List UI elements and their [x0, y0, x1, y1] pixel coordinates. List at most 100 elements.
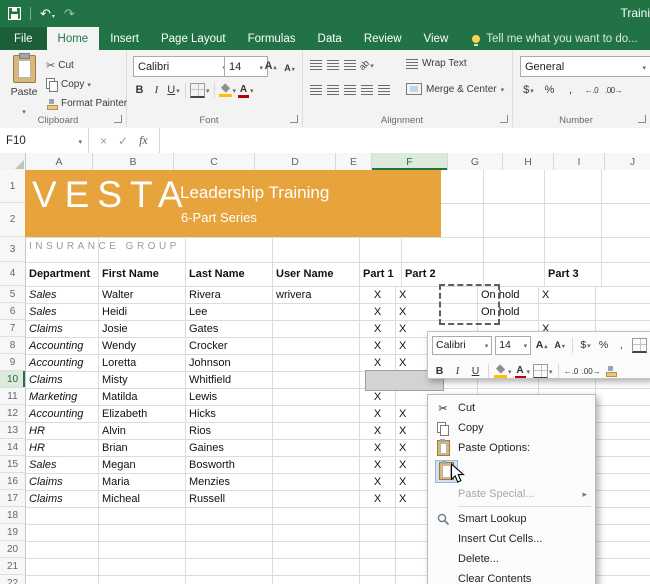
mini-font-size-select[interactable]: 14 [495, 336, 531, 355]
borders-button[interactable] [190, 81, 210, 99]
cell-D20[interactable] [273, 541, 360, 559]
cell-D10[interactable] [273, 371, 360, 389]
row-header-21[interactable]: 21 [0, 558, 26, 575]
cell-D13[interactable] [273, 422, 360, 440]
cell-B22[interactable] [99, 575, 186, 584]
paste-button[interactable]: Paste [3, 55, 45, 119]
save-button[interactable] [8, 7, 21, 20]
menu-item-insert-cut-cells[interactable]: Insert Cut Cells... [428, 529, 595, 549]
cell-I6[interactable] [596, 303, 650, 321]
cell-B10[interactable]: Misty [99, 371, 186, 389]
cell-I5[interactable] [596, 286, 650, 304]
vesta-banner[interactable]: VESTA Leadership Training 6-Part Series [25, 170, 441, 237]
column-header-F[interactable]: F [372, 153, 448, 170]
cell-E4[interactable]: Part 1 [360, 262, 402, 287]
row-header-11[interactable]: 11 [0, 388, 26, 405]
cell-B21[interactable] [99, 558, 186, 576]
mini-borders-button[interactable] [533, 363, 553, 380]
merge-center-button[interactable]: Merge & Center [406, 83, 504, 95]
cell-B6[interactable]: Heidi [99, 303, 186, 321]
cell-H2[interactable] [545, 203, 602, 238]
cell-C12[interactable]: Hicks [186, 405, 273, 423]
cell-B15[interactable]: Megan [99, 456, 186, 474]
tab-review[interactable]: Review [353, 27, 413, 50]
cell-C8[interactable]: Crocker [186, 337, 273, 355]
cell-I1[interactable] [602, 170, 650, 204]
cell-C3[interactable] [186, 237, 273, 263]
cell-E21[interactable] [360, 558, 396, 576]
number-format-select[interactable]: General [520, 56, 650, 77]
row-header-15[interactable]: 15 [0, 456, 26, 473]
cell-E13[interactable]: X [360, 422, 396, 440]
increase-indent-button[interactable] [376, 81, 391, 99]
cell-D8[interactable] [273, 337, 360, 355]
row-header-5[interactable]: 5 [0, 286, 26, 303]
cell-C10[interactable]: Whitfield [186, 371, 273, 389]
cell-H6[interactable] [539, 303, 596, 321]
cell-I12[interactable] [596, 405, 650, 423]
cell-A20[interactable] [26, 541, 99, 559]
font-size-select[interactable]: 14 [224, 56, 268, 77]
column-header-H[interactable]: H [503, 153, 554, 170]
cell-C6[interactable]: Lee [186, 303, 273, 321]
font-color-button[interactable]: A [238, 81, 254, 99]
cell-C5[interactable]: Rivera [186, 286, 273, 304]
cell-B20[interactable] [99, 541, 186, 559]
row-header-16[interactable]: 16 [0, 473, 26, 490]
row-header-18[interactable]: 18 [0, 507, 26, 524]
row-header-7[interactable]: 7 [0, 320, 26, 337]
cell-D9[interactable] [273, 354, 360, 372]
alignment-dialog-launcher[interactable] [500, 115, 508, 123]
row-header-4[interactable]: 4 [0, 262, 26, 286]
cell-D22[interactable] [273, 575, 360, 584]
clipboard-dialog-launcher[interactable] [114, 115, 122, 123]
cell-E6[interactable]: X [360, 303, 396, 321]
cell-A6[interactable]: Sales [26, 303, 99, 321]
cell-A19[interactable] [26, 524, 99, 542]
cell-D21[interactable] [273, 558, 360, 576]
copy-button[interactable]: Copy [46, 76, 91, 93]
cell-D3[interactable] [273, 237, 360, 263]
row-header-2[interactable]: 2 [0, 203, 26, 237]
cell-C21[interactable] [186, 558, 273, 576]
mini-decrease-decimal-button[interactable]: .00→ [582, 363, 601, 380]
underline-button[interactable]: U [166, 81, 181, 99]
cell-B11[interactable]: Matilda [99, 388, 186, 406]
cell-I4[interactable] [602, 262, 650, 287]
menu-item-smart-lookup[interactable]: Smart Lookup [428, 509, 595, 529]
font-name-select[interactable]: Calibri [133, 56, 231, 77]
mini-grow-font-button[interactable]: A [534, 337, 549, 354]
cell-E22[interactable] [360, 575, 396, 584]
cell-A4[interactable]: Department [26, 262, 99, 287]
cell-A12[interactable]: Accounting [26, 405, 99, 423]
cell-E17[interactable]: X [360, 490, 396, 508]
cell-A13[interactable]: HR [26, 422, 99, 440]
row-header-17[interactable]: 17 [0, 490, 26, 507]
cell-C15[interactable]: Bosworth [186, 456, 273, 474]
percent-style-button[interactable]: % [542, 81, 557, 99]
cell-E5[interactable]: X [360, 286, 396, 304]
cell-A21[interactable] [26, 558, 99, 576]
cell-E18[interactable] [360, 507, 396, 525]
cell-B4[interactable]: First Name [99, 262, 186, 287]
tab-data[interactable]: Data [307, 27, 353, 50]
cell-A15[interactable]: Sales [26, 456, 99, 474]
cell-I13[interactable] [596, 422, 650, 440]
cell-A11[interactable]: Marketing [26, 388, 99, 406]
cell-C7[interactable]: Gates [186, 320, 273, 338]
decrease-indent-button[interactable] [359, 81, 374, 99]
menu-item-clear-contents[interactable]: Clear Contents [428, 569, 595, 584]
cell-D5[interactable]: wrivera [273, 286, 360, 304]
cell-I16[interactable] [596, 473, 650, 491]
cell-A16[interactable]: Claims [26, 473, 99, 491]
cell-D15[interactable] [273, 456, 360, 474]
cut-button[interactable]: ✂ Cut [46, 57, 74, 74]
cell-H5[interactable]: X [539, 286, 596, 304]
cell-I20[interactable] [596, 541, 650, 559]
menu-item-cut[interactable]: ✂Cut [428, 398, 595, 418]
column-header-D[interactable]: D [255, 153, 336, 170]
cell-B16[interactable]: Maria [99, 473, 186, 491]
cell-I14[interactable] [596, 439, 650, 457]
tab-insert[interactable]: Insert [99, 27, 150, 50]
column-header-J[interactable]: J [605, 153, 650, 170]
